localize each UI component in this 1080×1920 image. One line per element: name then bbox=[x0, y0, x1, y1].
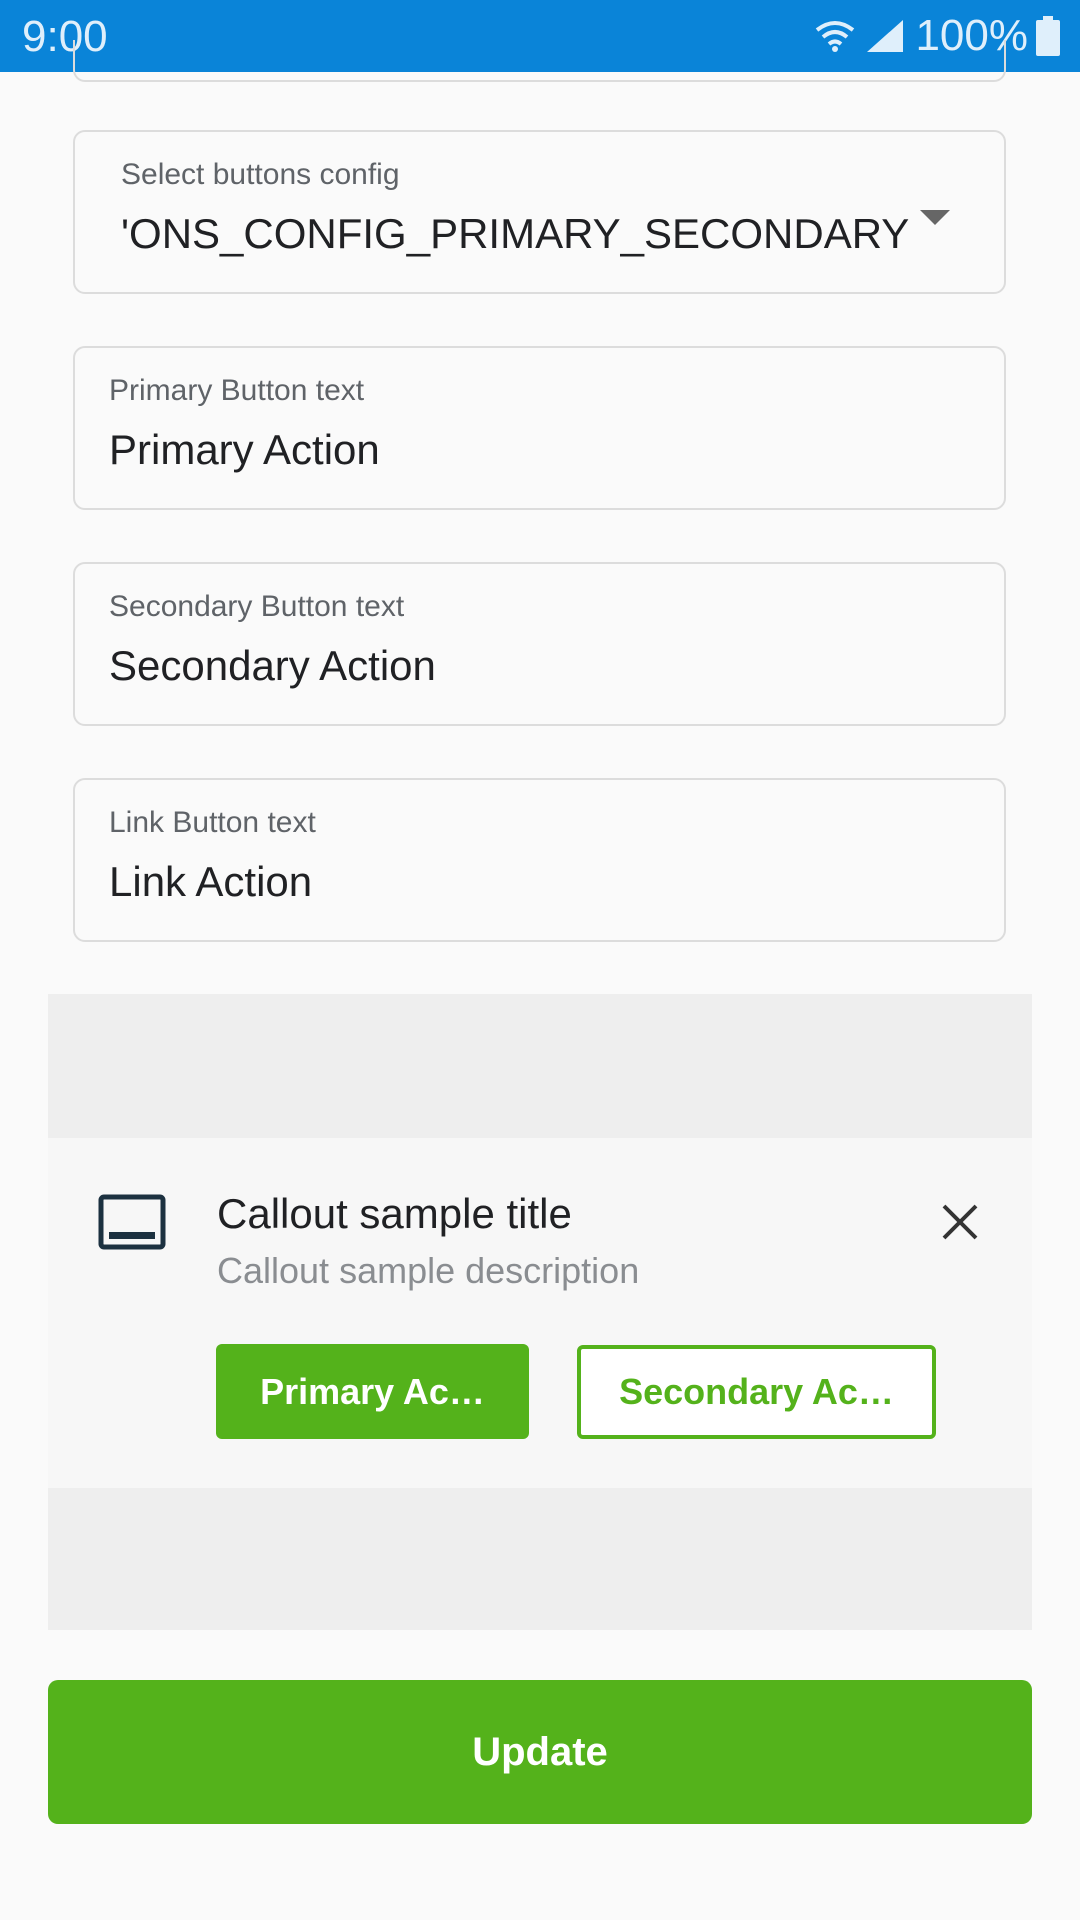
callout-secondary-button[interactable]: Secondary Ac… bbox=[577, 1345, 936, 1439]
secondary-button-text-label: Secondary Button text bbox=[109, 590, 405, 623]
buttons-config-label: Select buttons config bbox=[121, 158, 400, 191]
link-button-text-input[interactable]: Link Action bbox=[109, 858, 312, 906]
secondary-button-text-field[interactable]: Secondary Button text Secondary Action bbox=[73, 562, 1006, 726]
buttons-config-dropdown[interactable]: Select buttons config 'ONS_CONFIG_PRIMAR… bbox=[73, 130, 1006, 294]
dropdown-arrow-icon[interactable] bbox=[920, 210, 950, 225]
update-button[interactable]: Update bbox=[48, 1680, 1032, 1824]
buttons-config-value: 'ONS_CONFIG_PRIMARY_SECONDARY bbox=[121, 210, 910, 257]
callout-icon bbox=[98, 1194, 166, 1255]
close-icon[interactable] bbox=[938, 1200, 982, 1244]
battery-icon bbox=[1036, 16, 1060, 56]
link-button-text-field[interactable]: Link Button text Link Action bbox=[73, 778, 1006, 942]
callout-primary-button[interactable]: Primary Ac… bbox=[216, 1344, 529, 1439]
callout-description: Callout sample description bbox=[217, 1250, 640, 1291]
primary-button-text-label: Primary Button text bbox=[109, 374, 365, 407]
primary-button-text-input[interactable]: Primary Action bbox=[109, 426, 380, 474]
primary-button-text-field[interactable]: Primary Button text Primary Action bbox=[73, 346, 1006, 510]
link-button-text-label: Link Button text bbox=[109, 806, 316, 839]
partial-field-above bbox=[73, 40, 1006, 82]
callout-title: Callout sample title bbox=[217, 1190, 572, 1237]
secondary-button-text-input[interactable]: Secondary Action bbox=[109, 642, 436, 690]
